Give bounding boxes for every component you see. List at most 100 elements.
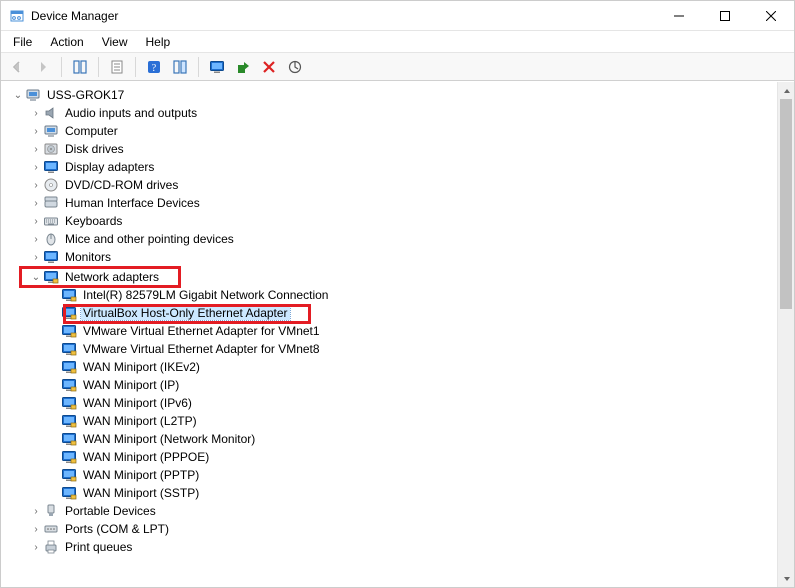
tree-label: Print queues — [63, 540, 134, 554]
menu-view[interactable]: View — [94, 33, 136, 51]
maximize-button[interactable] — [702, 1, 748, 31]
tree-label: WAN Miniport (Network Monitor) — [81, 432, 257, 446]
chevron-right-icon[interactable]: › — [29, 198, 43, 209]
tree-label: WAN Miniport (PPTP) — [81, 468, 201, 482]
tree-label: DVD/CD-ROM drives — [63, 178, 180, 192]
tree-item-net-wan[interactable]: WAN Miniport (PPPOE) — [7, 448, 777, 466]
forward-button[interactable] — [31, 55, 55, 79]
network-icon — [61, 431, 77, 447]
mouse-icon — [43, 231, 59, 247]
tree-item-keyboards[interactable]: › Keyboards — [7, 212, 777, 230]
tree-item-computer[interactable]: › Computer — [7, 122, 777, 140]
tree-item-net-wan[interactable]: WAN Miniport (Network Monitor) — [7, 430, 777, 448]
network-icon — [61, 467, 77, 483]
monitor-icon — [43, 249, 59, 265]
minimize-button[interactable] — [656, 1, 702, 31]
chevron-right-icon[interactable]: › — [29, 144, 43, 155]
enable-device-button[interactable] — [231, 55, 255, 79]
menubar: File Action View Help — [1, 31, 794, 53]
tree-item-net-vbox[interactable]: VirtualBox Host-Only Ethernet Adapter — [7, 304, 777, 322]
device-manager-window: Device Manager File Action View Help ? — [0, 0, 795, 588]
scroll-down-icon[interactable] — [778, 570, 794, 587]
vertical-scrollbar[interactable] — [777, 82, 794, 587]
network-icon — [61, 341, 77, 357]
tree-label: WAN Miniport (L2TP) — [81, 414, 199, 428]
tree-item-portable[interactable]: › Portable Devices — [7, 502, 777, 520]
chevron-right-icon[interactable]: › — [29, 524, 43, 535]
chevron-right-icon[interactable]: › — [29, 216, 43, 227]
content-area: ⌄ USS-GROK17 › Audio inputs and outputs … — [1, 81, 794, 587]
network-icon — [61, 485, 77, 501]
tree-label: Ports (COM & LPT) — [63, 522, 171, 536]
network-icon — [61, 305, 77, 321]
network-icon — [61, 395, 77, 411]
chevron-right-icon[interactable]: › — [29, 506, 43, 517]
scroll-up-icon[interactable] — [778, 82, 794, 99]
show-hide-console-button[interactable] — [68, 55, 92, 79]
svg-text:?: ? — [152, 63, 157, 74]
tree-item-net-wan[interactable]: WAN Miniport (IP) — [7, 376, 777, 394]
tree-item-printq[interactable]: › Print queues — [7, 538, 777, 556]
titlebar[interactable]: Device Manager — [1, 1, 794, 31]
uninstall-device-button[interactable] — [257, 55, 281, 79]
help-button[interactable]: ? — [142, 55, 166, 79]
tree-root-label: USS-GROK17 — [45, 88, 126, 102]
update-driver-button[interactable] — [205, 55, 229, 79]
network-icon — [61, 413, 77, 429]
chevron-right-icon[interactable]: › — [29, 162, 43, 173]
tree-item-net-wan[interactable]: WAN Miniport (L2TP) — [7, 412, 777, 430]
tree-item-net-wan[interactable]: WAN Miniport (SSTP) — [7, 484, 777, 502]
menu-help[interactable]: Help — [138, 33, 179, 51]
tree-item-hid[interactable]: › Human Interface Devices — [7, 194, 777, 212]
scroll-thumb[interactable] — [780, 99, 792, 309]
tree-item-audio[interactable]: › Audio inputs and outputs — [7, 104, 777, 122]
action-pane-button[interactable] — [168, 55, 192, 79]
tree-item-dvd[interactable]: › DVD/CD-ROM drives — [7, 176, 777, 194]
tree-root[interactable]: ⌄ USS-GROK17 — [7, 86, 777, 104]
chevron-down-icon[interactable]: ⌄ — [29, 272, 43, 283]
tree-item-ports[interactable]: › Ports (COM & LPT) — [7, 520, 777, 538]
tree-item-network[interactable]: ⌄ Network adapters — [7, 268, 777, 286]
chevron-right-icon[interactable]: › — [29, 542, 43, 553]
device-tree[interactable]: ⌄ USS-GROK17 › Audio inputs and outputs … — [1, 82, 777, 587]
tree-item-display[interactable]: › Display adapters — [7, 158, 777, 176]
tree-label: VMware Virtual Ethernet Adapter for VMne… — [81, 324, 322, 338]
tree-label: Portable Devices — [63, 504, 158, 518]
speaker-icon — [43, 105, 59, 121]
back-button[interactable] — [5, 55, 29, 79]
computer-icon — [25, 87, 41, 103]
separator-icon — [198, 57, 199, 77]
tree-label: Keyboards — [63, 214, 124, 228]
menu-action[interactable]: Action — [42, 33, 91, 51]
tree-item-disk[interactable]: › Disk drives — [7, 140, 777, 158]
tree-item-net-wan[interactable]: WAN Miniport (PPTP) — [7, 466, 777, 484]
network-icon — [43, 269, 59, 285]
chevron-right-icon[interactable]: › — [29, 234, 43, 245]
tree-label: Computer — [63, 124, 120, 138]
scan-hardware-button[interactable] — [283, 55, 307, 79]
properties-button[interactable] — [105, 55, 129, 79]
tree-label: Monitors — [63, 250, 113, 264]
chevron-right-icon[interactable]: › — [29, 126, 43, 137]
network-icon — [61, 359, 77, 375]
chevron-right-icon[interactable]: › — [29, 108, 43, 119]
tree-item-net-vm8[interactable]: VMware Virtual Ethernet Adapter for VMne… — [7, 340, 777, 358]
tree-label: WAN Miniport (IKEv2) — [81, 360, 202, 374]
network-icon — [61, 449, 77, 465]
disk-icon — [43, 141, 59, 157]
chevron-down-icon[interactable]: ⌄ — [11, 90, 25, 101]
tree-item-net-vm1[interactable]: VMware Virtual Ethernet Adapter for VMne… — [7, 322, 777, 340]
tree-label: VMware Virtual Ethernet Adapter for VMne… — [81, 342, 322, 356]
toolbar: ? — [1, 53, 794, 81]
chevron-right-icon[interactable]: › — [29, 180, 43, 191]
tree-item-monitors[interactable]: › Monitors — [7, 248, 777, 266]
tree-item-mice[interactable]: › Mice and other pointing devices — [7, 230, 777, 248]
close-button[interactable] — [748, 1, 794, 31]
separator-icon — [135, 57, 136, 77]
tree-item-net-intel[interactable]: Intel(R) 82579LM Gigabit Network Connect… — [7, 286, 777, 304]
menu-file[interactable]: File — [5, 33, 40, 51]
tree-item-net-wan[interactable]: WAN Miniport (IPv6) — [7, 394, 777, 412]
tree-label: WAN Miniport (IPv6) — [81, 396, 194, 410]
chevron-right-icon[interactable]: › — [29, 252, 43, 263]
tree-item-net-wan[interactable]: WAN Miniport (IKEv2) — [7, 358, 777, 376]
